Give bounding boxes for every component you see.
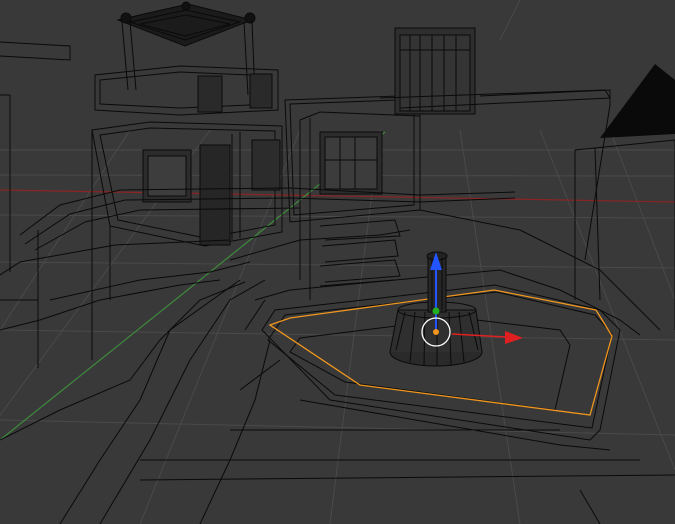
gizmo-x-arrow-icon [505, 331, 523, 344]
gizmo-y-handle [432, 307, 440, 315]
pyramid[interactable] [600, 64, 675, 138]
object-origin-dot [433, 329, 439, 335]
viewport-canvas[interactable] [0, 0, 675, 524]
terrace-steps[interactable] [0, 187, 675, 524]
ground-grid [0, 0, 675, 524]
pavilion-house[interactable] [91, 1, 283, 360]
3d-viewport[interactable] [0, 0, 675, 524]
tower-block[interactable] [379, 27, 611, 115]
